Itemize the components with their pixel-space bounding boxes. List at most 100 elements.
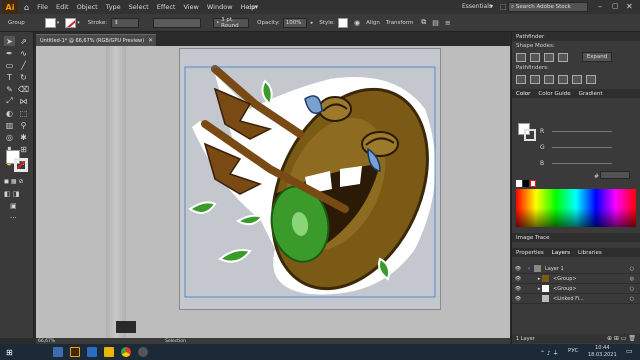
outline-icon[interactable]	[572, 74, 582, 84]
curvature-tool-icon[interactable]: ∿	[18, 48, 29, 58]
expand-chevron-icon[interactable]: ▸	[524, 276, 542, 282]
target-icon[interactable]: ○	[630, 286, 634, 292]
divide-icon[interactable]	[516, 74, 526, 84]
menu-edit[interactable]: Edit	[56, 3, 69, 11]
arrange-icon[interactable]: ⬚	[500, 3, 507, 11]
notifications-icon[interactable]: ▭	[626, 347, 633, 355]
close-icon[interactable]: ✕	[626, 2, 633, 11]
color-spectrum[interactable]	[516, 189, 636, 227]
scale-tool-icon[interactable]: ⤢	[4, 96, 15, 106]
input-language[interactable]: РУС	[568, 348, 579, 354]
blend-tool-icon[interactable]: ◎	[4, 132, 15, 142]
arrange-docs-icon[interactable]: ▤	[432, 19, 439, 27]
workspace-label[interactable]: Essentials	[462, 3, 492, 10]
kiwi-character-illustration[interactable]	[180, 49, 442, 311]
visibility-eye-icon[interactable]: 👁	[512, 286, 524, 292]
color-mode-icons[interactable]: ◼ ▦ ⊘	[4, 178, 24, 185]
rectangle-tool-icon[interactable]: ▭	[4, 60, 15, 70]
visibility-eye-icon[interactable]: 👁	[512, 296, 524, 302]
quick-swatches[interactable]	[516, 180, 536, 187]
pen-tool-icon[interactable]: ✒	[4, 48, 15, 58]
menu-object[interactable]: Object	[77, 3, 98, 11]
direct-selection-tool-icon[interactable]: ⇗	[18, 36, 29, 46]
expand-chevron-icon[interactable]: ▸	[524, 286, 542, 292]
unite-icon[interactable]	[516, 52, 526, 62]
slider-r[interactable]	[552, 131, 612, 132]
intersect-icon[interactable]	[544, 52, 554, 62]
shape-builder-tool-icon[interactable]: ◐	[4, 108, 15, 118]
layer-row[interactable]: 👁 ▸ <Group> ○	[512, 284, 640, 294]
target-icon[interactable]: ◎	[630, 276, 634, 282]
menu-window[interactable]: Window	[207, 3, 233, 11]
width-tool-icon[interactable]: ⋈	[18, 96, 29, 106]
close-tab-icon[interactable]: ✕	[148, 37, 153, 44]
visibility-eye-icon[interactable]: 👁	[512, 266, 524, 272]
rotate-tool-icon[interactable]: ↻	[18, 72, 29, 82]
transform-link[interactable]: Transform	[386, 20, 413, 26]
draw-mode-icons[interactable]: ◧ ◨	[4, 190, 19, 198]
expand-chevron-icon[interactable]: ▾	[524, 266, 534, 272]
stroke-weight-input[interactable]: ⇕	[111, 17, 140, 28]
trim-icon[interactable]	[530, 74, 540, 84]
menu-type[interactable]: Type	[106, 3, 121, 11]
isolate-icon[interactable]: ⧉	[421, 18, 426, 27]
type-tool-icon[interactable]: T	[4, 72, 15, 82]
merge-icon[interactable]	[544, 74, 554, 84]
panel-menu-icon[interactable]: ≡	[445, 19, 451, 27]
image-trace-header[interactable]: Image Trace	[512, 233, 640, 242]
slider-b[interactable]	[552, 163, 612, 164]
minimize-icon[interactable]: –	[598, 2, 602, 11]
taskbar-illustrator-icon[interactable]	[69, 347, 80, 357]
stroke-swatch[interactable]	[65, 17, 77, 28]
exclude-icon[interactable]	[558, 52, 568, 62]
menu-effect[interactable]: Effect	[157, 3, 176, 11]
line-tool-icon[interactable]: ╱	[18, 60, 29, 70]
taskbar-app-icon[interactable]	[137, 347, 148, 357]
eraser-tool-icon[interactable]: ⌫	[18, 84, 29, 94]
minus-front-icon[interactable]	[530, 52, 540, 62]
clock[interactable]: 10:44 18.03.2021	[588, 345, 617, 359]
opacity-input[interactable]: 100%	[282, 17, 307, 28]
zoom-level[interactable]: 66,67%	[38, 339, 55, 344]
color-stroke-swatch[interactable]	[524, 129, 536, 141]
target-icon[interactable]: ○	[630, 296, 634, 302]
menu-view[interactable]: View	[183, 3, 198, 11]
taskbar-explorer-icon[interactable]	[103, 347, 114, 357]
menu-file[interactable]: File	[37, 3, 48, 11]
align-link[interactable]: Align	[366, 20, 380, 26]
variable-width-select[interactable]	[153, 17, 202, 28]
document-tab[interactable]: Untitled-1* @ 66,67% (RGB/GPU Preview) ✕	[36, 34, 156, 46]
stroke-color-swatch[interactable]	[14, 158, 28, 172]
home-icon[interactable]: ⌂	[24, 3, 29, 12]
tab-properties[interactable]: Properties	[516, 250, 544, 256]
eyedropper-tool-icon[interactable]: ⚲	[18, 120, 29, 130]
workspace-switcher-icon[interactable]: ▭▾	[248, 3, 258, 11]
free-transform-tool-icon[interactable]: ⬚	[18, 108, 29, 118]
selection-tool-icon[interactable]: ➤	[4, 36, 15, 46]
crop-icon[interactable]	[558, 74, 568, 84]
tab-gradient[interactable]: Gradient	[579, 91, 603, 97]
opacity-chevron-icon[interactable]: ▸	[311, 20, 314, 26]
tab-libraries[interactable]: Libraries	[578, 250, 602, 256]
screen-mode-icon[interactable]: ▣	[10, 202, 17, 210]
artboard[interactable]	[179, 48, 441, 310]
taskbar-app-icon[interactable]	[52, 347, 63, 357]
pencil-tool-icon[interactable]: ✎	[4, 84, 15, 94]
visibility-eye-icon[interactable]: 👁	[512, 276, 524, 282]
gradient-tool-icon[interactable]: ▥	[4, 120, 15, 130]
workspace-chevron-icon[interactable]: ▾	[490, 3, 493, 10]
maximize-icon[interactable]: ▢	[612, 2, 619, 10]
style-swatch[interactable]	[337, 17, 348, 28]
expand-button[interactable]: Expand	[582, 52, 612, 62]
minus-back-icon[interactable]	[586, 74, 596, 84]
layer-row[interactable]: 👁 <Linked Fi... ○	[512, 294, 640, 304]
layer-row[interactable]: 👁 ▸ <Group> ◎	[512, 274, 640, 284]
brush-select[interactable]: • 3 pt. Round	[213, 17, 250, 29]
tab-layers[interactable]: Layers	[552, 250, 570, 256]
hex-input[interactable]	[600, 171, 630, 179]
taskbar-app-icon[interactable]	[86, 347, 97, 357]
menu-select[interactable]: Select	[129, 3, 149, 11]
target-icon[interactable]: ○	[630, 266, 634, 272]
taskbar-chrome-icon[interactable]	[120, 347, 131, 357]
fill-chevron-icon[interactable]: ▾	[57, 20, 60, 26]
